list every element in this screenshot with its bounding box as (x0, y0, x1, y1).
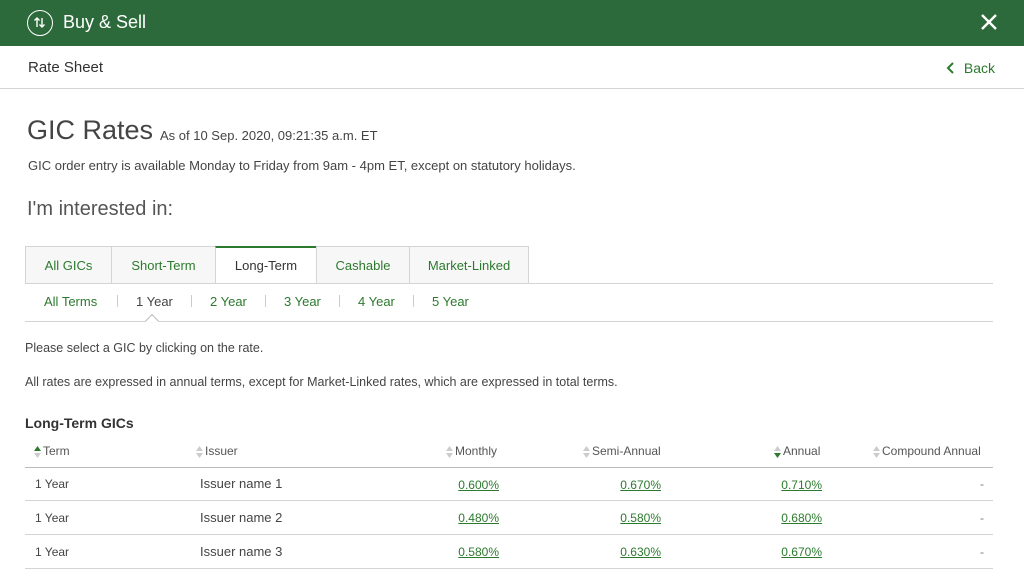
monthly-rate-link[interactable]: 0.600% (458, 478, 499, 492)
select-note: Please select a GIC by clicking on the r… (25, 341, 264, 355)
tab-long-term[interactable]: Long-Term (215, 246, 316, 284)
column-header-issuer[interactable]: Issuer (196, 444, 238, 458)
term-cell: 1 Year (35, 511, 70, 525)
back-link[interactable]: Back (946, 60, 995, 76)
issuer-cell: Issuer name 3 (200, 544, 283, 559)
sort-icon (873, 445, 880, 458)
sub-header: Rate Sheet Back (0, 46, 1024, 89)
chevron-left-icon (946, 62, 954, 74)
column-label: Semi-Annual (592, 444, 661, 458)
term-all[interactable]: All Terms (44, 294, 97, 309)
term-2-year[interactable]: 2 Year (210, 294, 247, 309)
semi-annual-rate-link[interactable]: 0.630% (620, 545, 661, 559)
column-header-annual[interactable]: Annual (774, 444, 820, 458)
column-label: Compound Annual (882, 444, 981, 458)
table-title: Long-Term GICs (25, 415, 134, 431)
category-tabs: All GICs Short-Term Long-Term Cashable M… (25, 246, 529, 284)
close-icon[interactable] (978, 11, 1000, 33)
rate-sheet-title: Rate Sheet (28, 59, 104, 76)
buy-sell-swap-icon (27, 10, 53, 36)
column-label: Term (43, 444, 70, 458)
table-header-divider (25, 467, 993, 468)
issuer-cell: Issuer name 1 (200, 476, 283, 491)
order-entry-note: GIC order entry is available Monday to F… (28, 158, 576, 173)
column-header-monthly[interactable]: Monthly (446, 444, 497, 458)
monthly-rate-link[interactable]: 0.580% (458, 545, 499, 559)
term-separator (117, 295, 118, 307)
column-label: Annual (783, 444, 821, 458)
annual-rate-link[interactable]: 0.680% (781, 511, 822, 525)
term-3-year[interactable]: 3 Year (284, 294, 321, 309)
as-of-timestamp: As of 10 Sep. 2020, 09:21:35 a.m. ET (160, 128, 378, 143)
term-separator (265, 295, 266, 307)
row-divider (25, 534, 993, 535)
term-4-year[interactable]: 4 Year (358, 294, 395, 309)
sort-icon (583, 445, 590, 458)
rates-note: All rates are expressed in annual terms,… (25, 375, 618, 389)
column-label: Monthly (455, 444, 498, 458)
column-label: Issuer (205, 444, 238, 458)
compound-annual-cell: - (980, 545, 984, 559)
term-separator (339, 295, 340, 307)
semi-annual-rate-link[interactable]: 0.670% (620, 478, 661, 492)
tab-all-gics[interactable]: All GICs (25, 246, 111, 284)
issuer-cell: Issuer name 2 (200, 510, 283, 525)
annual-rate-link[interactable]: 0.710% (781, 478, 822, 492)
term-1-year[interactable]: 1 Year (136, 294, 173, 309)
semi-annual-rate-link[interactable]: 0.580% (620, 511, 661, 525)
terms-divider (25, 321, 993, 322)
term-cell: 1 Year (35, 545, 70, 559)
sort-icon (196, 445, 203, 458)
annual-rate-link[interactable]: 0.670% (781, 545, 822, 559)
term-separator (191, 295, 192, 307)
tab-market-linked[interactable]: Market-Linked (409, 246, 529, 284)
page-title: GIC Rates (27, 115, 154, 145)
tab-cashable[interactable]: Cashable (316, 246, 409, 284)
monthly-rate-link[interactable]: 0.480% (458, 511, 499, 525)
term-separator (413, 295, 414, 307)
app-header: Buy & Sell (0, 0, 1024, 46)
tabs-divider (25, 283, 993, 284)
sort-descending-icon (774, 445, 781, 458)
back-label: Back (963, 60, 995, 76)
column-header-term[interactable]: Term (34, 444, 70, 458)
row-divider (25, 568, 993, 569)
term-cell: 1 Year (35, 477, 70, 491)
tab-short-term[interactable]: Short-Term (111, 246, 215, 284)
column-header-semi-annual[interactable]: Semi-Annual (583, 444, 661, 458)
sort-ascending-icon (34, 445, 41, 458)
compound-annual-cell: - (980, 511, 984, 525)
active-term-indicator (144, 313, 160, 329)
sort-icon (446, 445, 453, 458)
interested-heading: I'm interested in: (27, 198, 174, 220)
column-header-compound-annual[interactable]: Compound Annual (873, 444, 981, 458)
term-5-year[interactable]: 5 Year (432, 294, 469, 309)
app-title: Buy & Sell (63, 12, 147, 32)
compound-annual-cell: - (980, 477, 984, 491)
row-divider (25, 500, 993, 501)
